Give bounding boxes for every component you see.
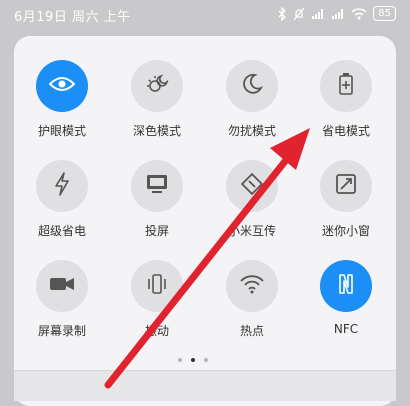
camera-icon — [49, 275, 75, 297]
tile-battery-saver[interactable]: 省电模式 — [306, 60, 386, 155]
tile-label: 护眼模式 — [37, 124, 86, 138]
tile-screen-record[interactable]: 屏幕录制 — [22, 260, 102, 355]
status-icons: 85 — [277, 6, 396, 21]
tile-super-saver[interactable]: 超级省电 — [22, 160, 102, 255]
tile-screen-cast[interactable]: 投屏 — [117, 160, 197, 255]
tile-hotspot[interactable]: 热点 — [212, 260, 292, 355]
tile-mi-share[interactable]: 小米互传 — [212, 160, 292, 255]
tile-label: 勿扰模式 — [227, 124, 276, 138]
tile-label: 投屏 — [144, 224, 169, 238]
tile-nfc[interactable]: NFC — [306, 260, 386, 355]
tile-vibrate[interactable]: 振动 — [117, 260, 197, 355]
tile-label: NFC — [333, 322, 359, 336]
tile-label: 振动 — [144, 324, 169, 338]
share-icon — [240, 172, 264, 199]
signal-icon — [331, 8, 345, 20]
lightning-icon — [54, 172, 70, 200]
mini-window-icon — [335, 173, 357, 199]
vibrate-icon — [145, 272, 169, 300]
tile-label: 热点 — [239, 324, 264, 338]
dark-mode-icon — [145, 72, 169, 100]
tile-label: 省电模式 — [321, 124, 370, 138]
alarm-off-icon — [293, 7, 305, 21]
nfc-icon — [336, 272, 356, 300]
bluetooth-icon — [277, 6, 287, 21]
eye-icon — [48, 75, 76, 97]
tile-label: 超级省电 — [37, 224, 86, 238]
battery-saver-icon — [338, 72, 354, 100]
tile-label: 深色模式 — [132, 124, 181, 138]
page-indicator — [178, 358, 208, 362]
tile-label: 迷你小窗 — [321, 224, 370, 238]
tile-dark-mode[interactable]: 深色模式 — [117, 60, 197, 155]
status-time: 6月19日 周六 上午 — [14, 10, 131, 25]
tile-label: 屏幕录制 — [37, 324, 86, 338]
page-dot[interactable] — [204, 358, 208, 362]
battery-icon: 85 — [373, 6, 396, 21]
signal-icon — [311, 8, 325, 20]
battery-level: 85 — [378, 7, 391, 19]
tile-eye-care[interactable]: 护眼模式 — [22, 60, 102, 155]
panel-bottom-area — [14, 370, 396, 401]
moon-icon — [241, 73, 264, 99]
page-dot[interactable] — [178, 358, 182, 362]
hotspot-icon — [239, 274, 265, 298]
tile-mini-window[interactable]: 迷你小窗 — [306, 160, 386, 255]
tile-do-not-disturb[interactable]: 勿扰模式 — [212, 60, 292, 155]
page-dot-current[interactable] — [191, 358, 195, 362]
screen-cast-icon — [145, 173, 169, 199]
status-bar: 6月19日 周六 上午 85 — [0, 0, 410, 30]
tile-label: 小米互传 — [227, 224, 276, 238]
wifi-icon — [351, 7, 367, 20]
